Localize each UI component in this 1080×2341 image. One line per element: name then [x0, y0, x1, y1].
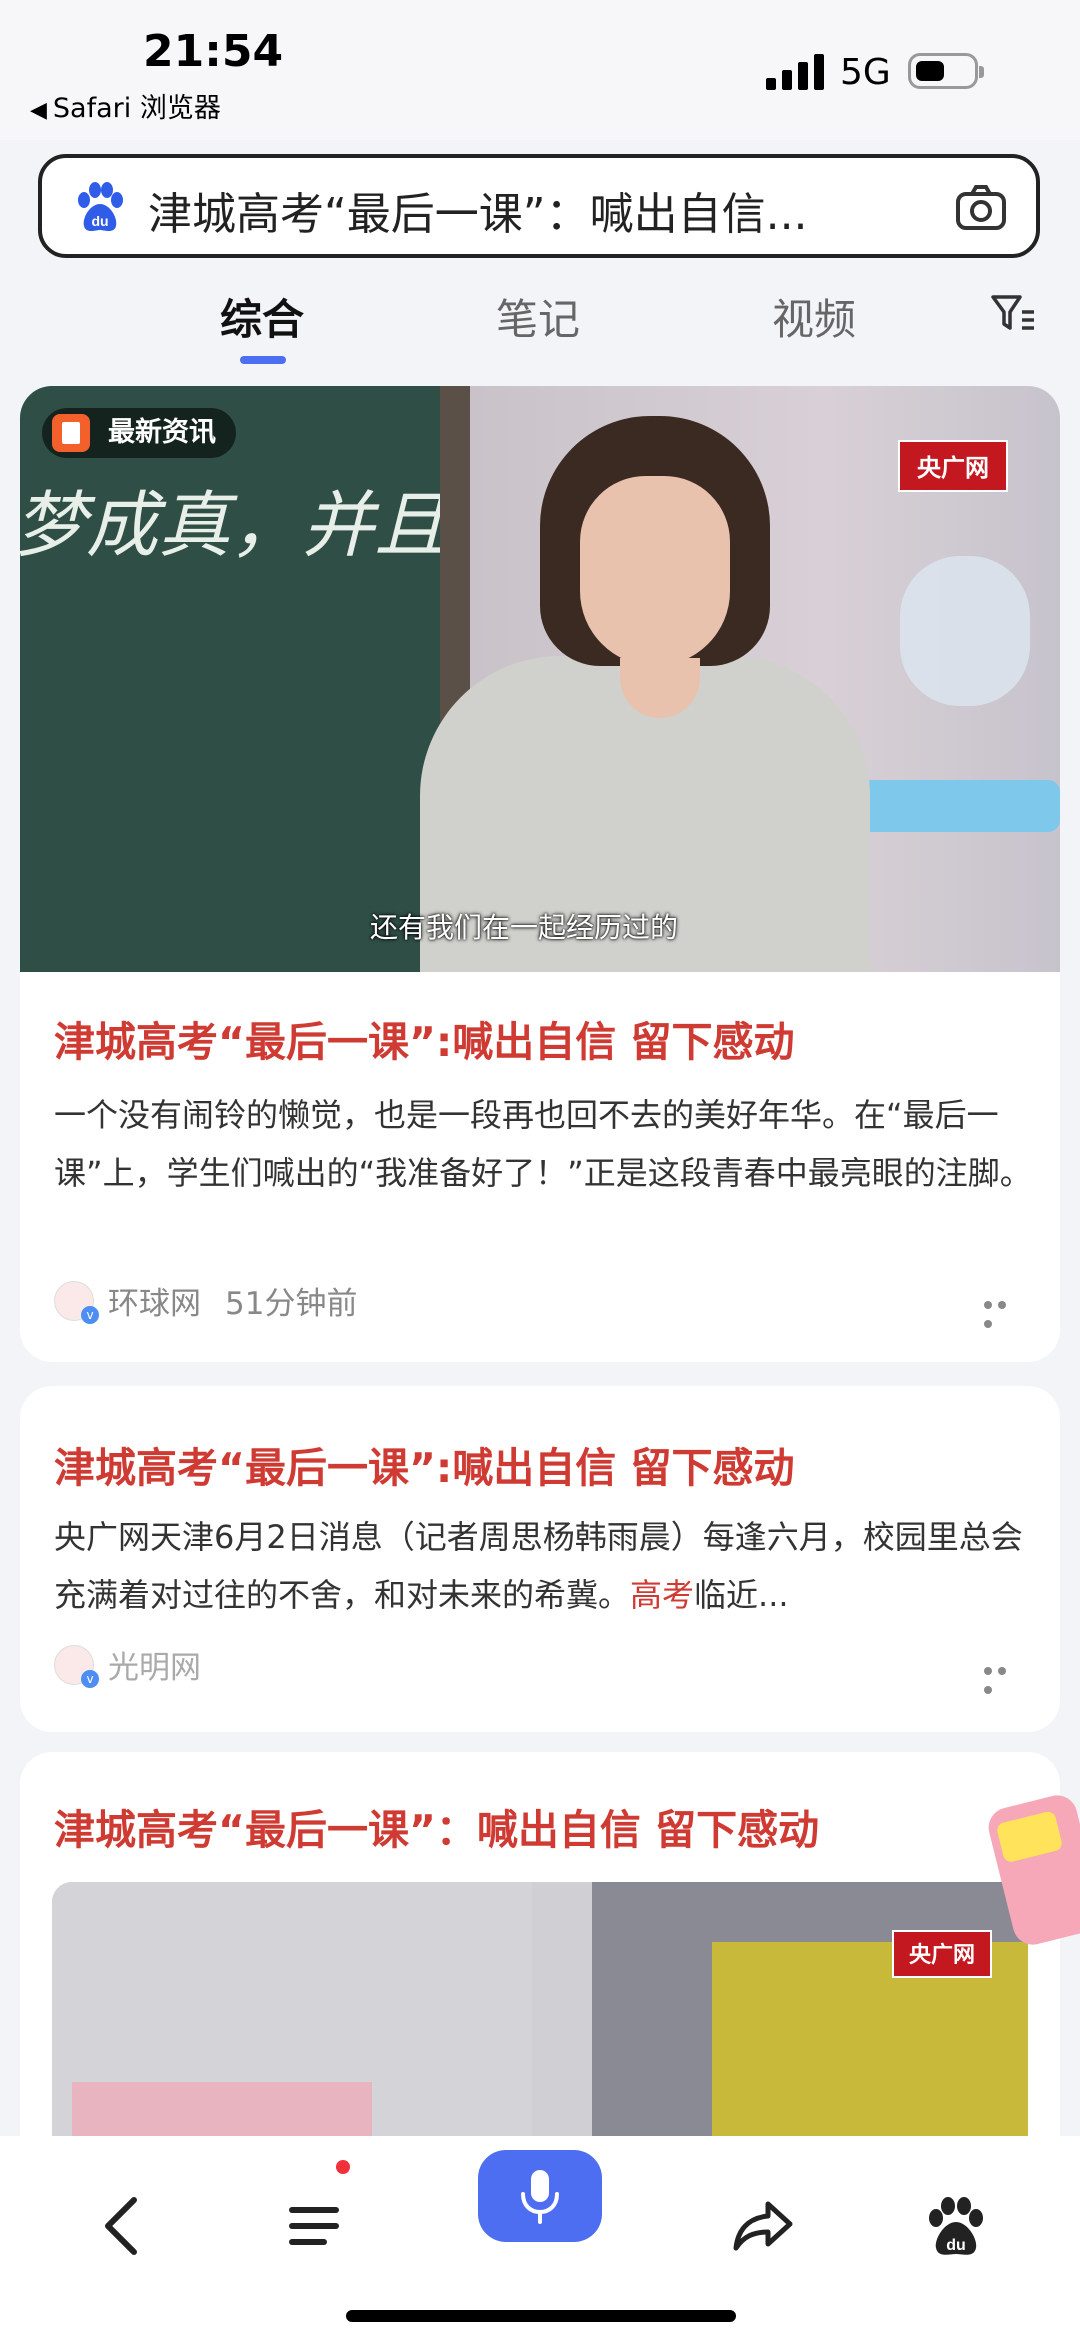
share-icon[interactable] [724, 2186, 804, 2266]
baidu-home-icon[interactable]: du [916, 2186, 996, 2266]
home-indicator[interactable] [346, 2310, 736, 2322]
summary-highlight: 高考 [630, 1576, 695, 1614]
source-name[interactable]: 光明网 [108, 1650, 201, 1686]
badge-label: 最新资讯 [108, 417, 216, 448]
result-title[interactable]: 津城高考“最后一课”:喊出自信 留下感动 [54, 1008, 795, 1068]
video-subtitle: 还有我们在一起经历过的 [370, 911, 679, 944]
filter-icon[interactable] [990, 292, 1036, 334]
svg-text:du: du [91, 213, 108, 229]
result-meta: v 环球网 51分钟前 [54, 1278, 358, 1324]
result-summary: 一个没有闹铃的懒觉，也是一段再也回不去的美好年华。在“最后一课”上，学生们喊出的… [54, 1096, 1032, 1192]
news-badge-icon [52, 414, 90, 452]
result-card[interactable]: 梦成真，并且 央广网 还有我们在一起经历过的 最新资讯 津城高考“最后一课”:喊… [20, 386, 1060, 1362]
result-summary: 央广网天津6月2日消息（记者周思杨韩雨晨）每逢六月，校园里总会充满着对过往的不舍… [54, 1508, 1034, 1624]
status-bar: 21:54 ◀ Safari 浏览器 5G [0, 0, 1080, 140]
source-avatar-icon: v [54, 1644, 99, 1688]
more-icon[interactable] [984, 1660, 1024, 1694]
publish-time: 51分钟前 [225, 1286, 358, 1322]
result-card[interactable]: 津城高考“最后一课”：喊出自信 留下感动 央广网 [20, 1752, 1060, 2172]
result-title[interactable]: 津城高考“最后一课”:喊出自信 留下感动 [54, 1434, 795, 1494]
bottom-toolbar: du [0, 2136, 1080, 2341]
more-icon[interactable] [984, 1294, 1024, 1328]
chalk-writing: 梦成真，并且 [20, 483, 447, 567]
cnr-logo: 央广网 [898, 440, 1008, 492]
summary-ellipsis: 临近... [694, 1576, 789, 1614]
network-type: 5G [840, 52, 891, 93]
result-tabs: 综合 笔记 视频 [0, 280, 1080, 370]
result-meta: v 光明网 [54, 1642, 201, 1688]
voice-search-button[interactable] [478, 2150, 602, 2242]
news-image[interactable]: 央广网 [52, 1882, 1028, 2172]
tab-comprehensive[interactable]: 综合 [220, 286, 304, 347]
back-icon[interactable] [84, 2186, 164, 2266]
result-title[interactable]: 津城高考“最后一课”：喊出自信 留下感动 [54, 1796, 819, 1856]
mic-icon [521, 2170, 559, 2224]
latest-news-badge: 最新资讯 [42, 408, 236, 458]
search-bar[interactable]: du 津城高考“最后一课”：喊出自信... [38, 154, 1040, 258]
back-to-app-link[interactable]: ◀ Safari 浏览器 [30, 86, 221, 125]
source-name[interactable]: 环球网 [108, 1286, 201, 1322]
svg-text:du: du [946, 2237, 966, 2254]
battery-icon [908, 53, 984, 89]
active-tab-indicator [240, 356, 286, 364]
baidu-paw-icon: du [78, 182, 123, 231]
signal-icon [766, 54, 824, 90]
notification-dot [336, 2160, 350, 2174]
summary-text: 央广网天津6月2日消息（记者周思杨韩雨晨）每逢六月，校园里总会充满着对过往的不舍… [54, 1518, 1023, 1614]
source-avatar-icon: v [54, 1280, 99, 1324]
result-card[interactable]: 津城高考“最后一课”:喊出自信 留下感动 央广网天津6月2日消息（记者周思杨韩雨… [20, 1386, 1060, 1732]
status-time: 21:54 [143, 26, 284, 77]
back-app-label: Safari 浏览器 [52, 93, 221, 124]
menu-icon[interactable] [278, 2186, 358, 2266]
search-input[interactable]: 津城高考“最后一课”：喊出自信... [148, 178, 808, 242]
tab-notes[interactable]: 笔记 [496, 286, 580, 347]
cartoon-figure [900, 556, 1030, 706]
camera-icon[interactable] [954, 182, 1008, 236]
person-face [580, 476, 730, 666]
tab-video[interactable]: 视频 [772, 286, 856, 347]
back-triangle-icon: ◀ [30, 98, 47, 123]
cnr-logo: 央广网 [892, 1930, 992, 1978]
news-video-thumbnail[interactable]: 梦成真，并且 央广网 还有我们在一起经历过的 最新资讯 [20, 386, 1060, 972]
